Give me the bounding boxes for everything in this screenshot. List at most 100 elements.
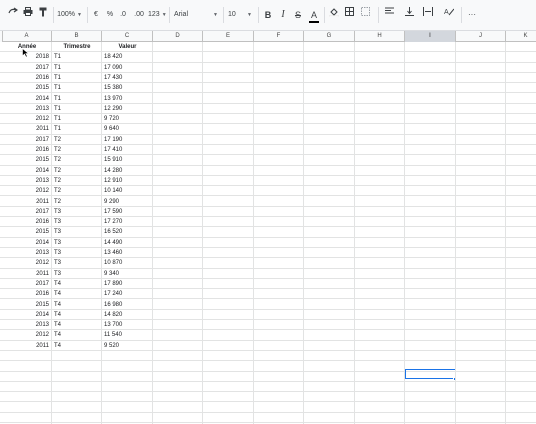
cell-trimestre[interactable]: T1 (52, 83, 102, 93)
cell-trimestre[interactable]: T3 (52, 207, 102, 217)
more-icon[interactable]: ··· (465, 7, 479, 23)
cell-trimestre[interactable]: T3 (52, 258, 102, 268)
cell-valeur[interactable]: 9 720 (102, 114, 153, 124)
text-color-button[interactable]: A (308, 7, 320, 23)
cell-trimestre[interactable]: T3 (52, 217, 102, 227)
cell-valeur[interactable]: 9 340 (102, 269, 153, 279)
cell-trimestre[interactable]: T1 (52, 94, 102, 104)
cell-valeur[interactable]: 9 520 (102, 341, 153, 351)
cell-annee[interactable]: 2014 (2, 310, 52, 320)
cell-trimestre[interactable]: T1 (52, 63, 102, 73)
cell-valeur[interactable]: 14 490 (102, 238, 153, 248)
more-formats-select[interactable]: 123 ▼ (148, 7, 167, 23)
decrease-decimal-button[interactable]: .0 (118, 7, 128, 23)
cell-annee[interactable]: 2017 (2, 207, 52, 217)
cell-annee[interactable]: 2017 (2, 135, 52, 145)
cell-annee[interactable]: 2013 (2, 104, 52, 114)
bold-button[interactable]: B (263, 7, 273, 23)
cell-annee[interactable]: 2011 (2, 197, 52, 207)
column-header-i[interactable]: I (405, 31, 456, 42)
cell-trimestre[interactable]: T4 (52, 320, 102, 330)
cell-annee[interactable]: 2013 (2, 176, 52, 186)
cell-annee[interactable]: 2015 (2, 83, 52, 93)
column-header-d[interactable]: D (153, 31, 203, 42)
cell-trimestre[interactable]: T3 (52, 248, 102, 258)
column-header-e[interactable]: E (203, 31, 254, 42)
cell-annee[interactable]: 2015 (2, 155, 52, 165)
cell-valeur[interactable]: 17 240 (102, 289, 153, 299)
cell-annee[interactable]: 2012 (2, 114, 52, 124)
cell-valeur[interactable]: 18 420 (102, 52, 153, 62)
strikethrough-button[interactable]: S (293, 7, 303, 23)
cell-valeur[interactable]: 13 700 (102, 320, 153, 330)
column-header-h[interactable]: H (355, 31, 405, 42)
cell-valeur[interactable]: 10 140 (102, 186, 153, 196)
percent-button[interactable]: % (105, 7, 115, 23)
cell-valeur[interactable]: 17 190 (102, 135, 153, 145)
cell-valeur[interactable]: 13 970 (102, 94, 153, 104)
cell-annee[interactable]: 2016 (2, 145, 52, 155)
cell-trimestre[interactable]: T2 (52, 186, 102, 196)
cell-trimestre[interactable]: T4 (52, 310, 102, 320)
cell-annee[interactable]: 2015 (2, 227, 52, 237)
text-wrap-icon[interactable] (421, 7, 435, 23)
cell-valeur[interactable]: 17 410 (102, 145, 153, 155)
fill-color-icon[interactable] (328, 7, 340, 23)
cell-annee[interactable]: 2011 (2, 341, 52, 351)
cell-annee[interactable]: 2017 (2, 279, 52, 289)
cell-trimestre[interactable]: T3 (52, 238, 102, 248)
cell-valeur[interactable]: 14 820 (102, 310, 153, 320)
italic-button[interactable]: I (278, 7, 288, 23)
zoom-select[interactable]: 100% ▼ (57, 7, 82, 23)
cell-valeur[interactable]: 11 540 (102, 330, 153, 340)
column-header-c[interactable]: C (102, 31, 153, 42)
cell-annee[interactable]: 2014 (2, 166, 52, 176)
cell-annee[interactable]: 2016 (2, 289, 52, 299)
cell-annee[interactable]: 2013 (2, 248, 52, 258)
cell-annee[interactable]: 2014 (2, 94, 52, 104)
cell-valeur[interactable]: 13 460 (102, 248, 153, 258)
cell-trimestre[interactable]: T1 (52, 73, 102, 83)
cell-trimestre[interactable]: T3 (52, 269, 102, 279)
vertical-align-icon[interactable] (402, 7, 416, 23)
cell-trimestre[interactable]: T4 (52, 289, 102, 299)
cell-annee[interactable]: 2017 (2, 63, 52, 73)
cell-trimestre[interactable]: T2 (52, 176, 102, 186)
cell-trimestre[interactable]: T2 (52, 145, 102, 155)
cell-trimestre[interactable]: T1 (52, 104, 102, 114)
cell-annee[interactable]: 2012 (2, 186, 52, 196)
cell-trimestre[interactable]: T4 (52, 279, 102, 289)
select-all-corner[interactable] (0, 31, 3, 42)
cell-valeur[interactable]: 16 980 (102, 300, 153, 310)
cell-trimestre[interactable]: T2 (52, 155, 102, 165)
cell-valeur[interactable]: 15 910 (102, 155, 153, 165)
header-cell-valeur[interactable]: Valeur (102, 42, 153, 52)
cell-trimestre[interactable]: T1 (52, 124, 102, 134)
column-header-b[interactable]: B (52, 31, 102, 42)
align-left-icon[interactable] (382, 7, 396, 23)
column-header-j[interactable]: J (456, 31, 506, 42)
cell-valeur[interactable]: 14 280 (102, 166, 153, 176)
selected-cell[interactable] (405, 369, 456, 379)
cell-valeur[interactable]: 10 870 (102, 258, 153, 268)
redo-icon[interactable] (7, 7, 19, 23)
paint-format-icon[interactable] (37, 7, 49, 23)
cell-annee[interactable]: 2012 (2, 330, 52, 340)
borders-icon[interactable] (343, 7, 355, 23)
cell-trimestre[interactable]: T3 (52, 227, 102, 237)
cell-trimestre[interactable]: T4 (52, 341, 102, 351)
print-icon[interactable] (22, 7, 34, 23)
cell-annee[interactable]: 2013 (2, 320, 52, 330)
column-header-f[interactable]: F (254, 31, 304, 42)
cell-trimestre[interactable]: T2 (52, 135, 102, 145)
cell-trimestre[interactable]: T4 (52, 300, 102, 310)
cell-trimestre[interactable]: T2 (52, 166, 102, 176)
cell-trimestre[interactable]: T4 (52, 330, 102, 340)
cell-annee[interactable]: 2016 (2, 217, 52, 227)
cell-valeur[interactable]: 17 270 (102, 217, 153, 227)
cell-valeur[interactable]: 17 890 (102, 279, 153, 289)
cell-annee[interactable]: 2011 (2, 269, 52, 279)
column-header-k[interactable]: K (506, 31, 536, 42)
cell-valeur[interactable]: 17 590 (102, 207, 153, 217)
cell-annee[interactable]: 2012 (2, 258, 52, 268)
